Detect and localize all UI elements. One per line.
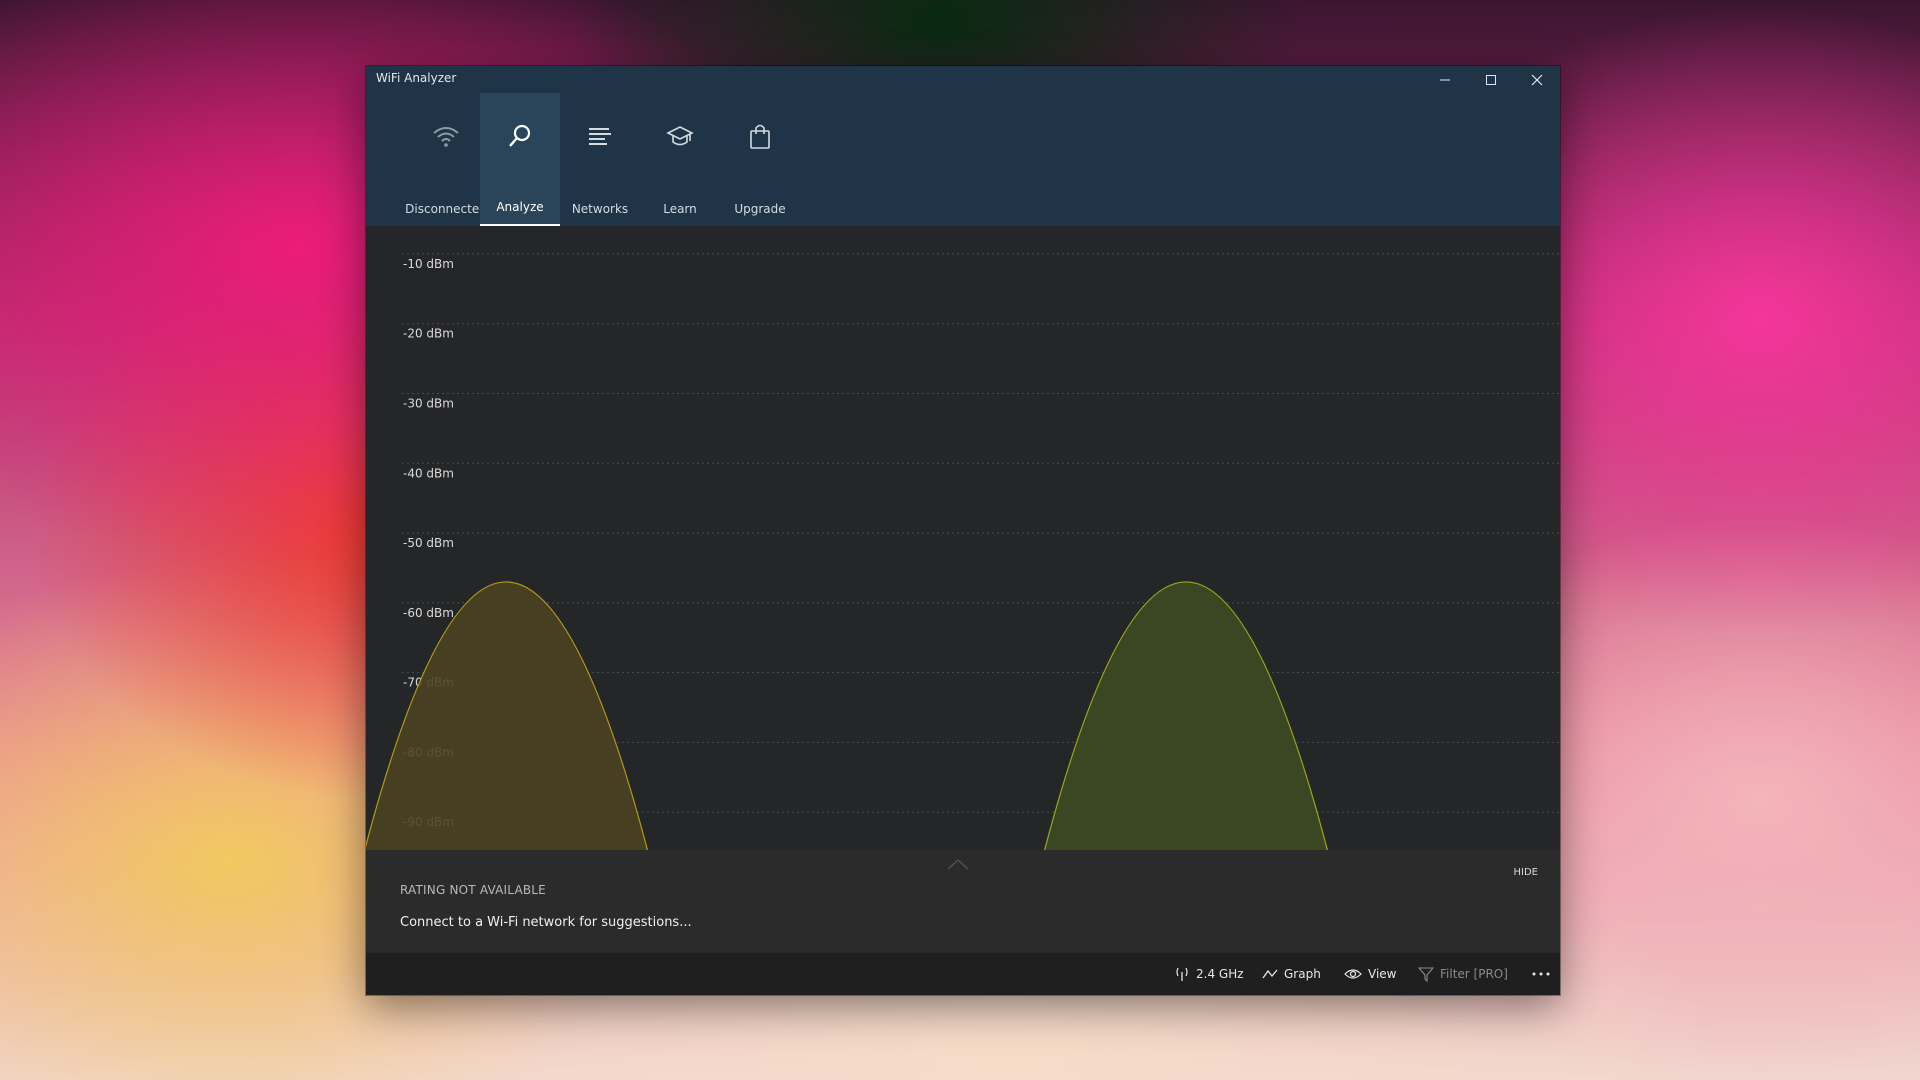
filter-label: Filter [PRO]: [1440, 967, 1508, 981]
nav-label: Upgrade: [734, 202, 786, 216]
minimize-icon: [1440, 79, 1450, 80]
y-tick-label: -10 dBm: [403, 257, 454, 271]
analyze-icon: [509, 124, 531, 147]
filter-icon: [1418, 967, 1434, 982]
command-bar: 2.4 GHz Graph View Filter [PRO]: [366, 953, 1560, 995]
nav-analyze[interactable]: Analyze: [480, 93, 560, 226]
channel-graph: -10 dBm -20 dBm -30 dBm -40 dBm -50 dBm -60 d…: [366, 253, 1560, 899]
nav-label: Learn: [663, 202, 697, 216]
graph-button[interactable]: Graph: [1262, 953, 1321, 995]
signal-chart: -10 dBm -20 dBm -30 dBm -40 dBm -50 dBm -60 d…: [366, 226, 1560, 916]
channel-1-curve: [366, 581, 657, 883]
y-tick-label: -50 dBm: [403, 536, 454, 550]
close-button[interactable]: [1514, 66, 1560, 93]
nav-learn[interactable]: Learn: [640, 93, 720, 226]
nav-label: Networks: [571, 202, 629, 216]
graduation-cap-icon: [666, 126, 694, 146]
top-navigation: Disconnected Analyze Networks Learn Upgr…: [366, 93, 1560, 226]
rating-status: RATING NOT AVAILABLE: [400, 883, 546, 897]
close-icon: [1531, 74, 1543, 85]
minimize-button[interactable]: [1422, 66, 1468, 93]
shopping-bag-icon: [750, 124, 770, 149]
window-title: WiFi Analyzer: [376, 71, 457, 85]
y-tick-label: -20 dBm: [403, 327, 454, 341]
more-button[interactable]: [1532, 953, 1550, 995]
eye-icon: [1344, 969, 1362, 979]
y-tick-label: -30 dBm: [403, 396, 454, 410]
rating-panel: HIDE RATING NOT AVAILABLE Connect to a W…: [366, 850, 1560, 953]
nav-upgrade[interactable]: Upgrade: [720, 93, 800, 226]
band-button[interactable]: 2.4 GHz: [1174, 953, 1244, 995]
graph-label: Graph: [1284, 967, 1321, 981]
channel-11-curve: [1035, 581, 1337, 883]
nav-label: Analyze: [496, 200, 544, 214]
app-window: WiFi Analyzer Disconnected Analyze Netwo…: [366, 66, 1560, 995]
antenna-icon: [1176, 967, 1188, 981]
chevron-up-icon[interactable]: [947, 858, 969, 870]
nav-label: Disconnected: [405, 202, 487, 216]
maximize-icon: [1486, 74, 1496, 85]
filter-button[interactable]: Filter [PRO]: [1418, 953, 1508, 995]
more-icon: [1532, 972, 1550, 976]
nav-disconnected[interactable]: Disconnected: [405, 93, 487, 226]
nav-networks[interactable]: Networks: [560, 93, 640, 226]
networks-icon: [589, 128, 611, 145]
suggestion-text: Connect to a Wi-Fi network for suggestio…: [400, 915, 692, 930]
hide-button[interactable]: HIDE: [1514, 867, 1539, 878]
graph-icon: [1262, 969, 1278, 979]
view-label: View: [1368, 967, 1397, 981]
wifi-icon: [433, 127, 459, 147]
y-tick-label: -60 dBm: [403, 606, 454, 620]
title-bar: WiFi Analyzer: [366, 66, 1560, 93]
view-button[interactable]: View: [1344, 953, 1396, 995]
band-label: 2.4 GHz: [1196, 967, 1244, 981]
maximize-button[interactable]: [1468, 66, 1514, 93]
y-tick-label: -40 dBm: [403, 466, 454, 480]
